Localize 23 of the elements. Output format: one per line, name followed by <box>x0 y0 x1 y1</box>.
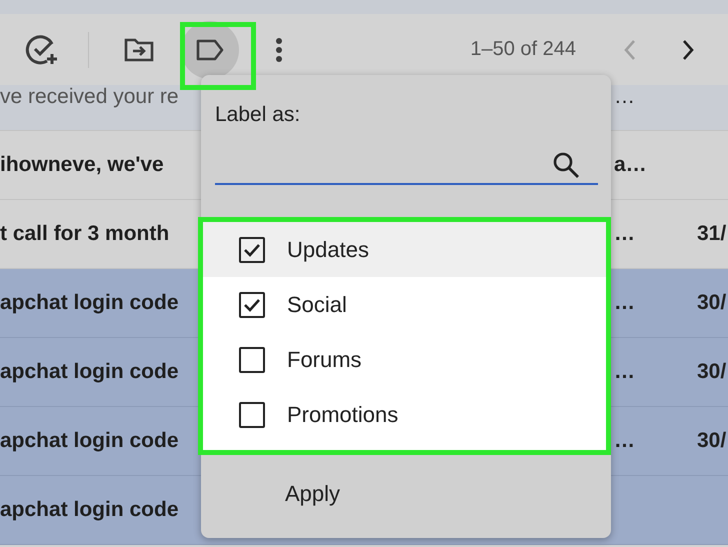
email-subject: apchat login code <box>0 429 179 453</box>
menu-title: Label as: <box>215 103 302 127</box>
email-subject: ihowneve, we've <box>0 153 164 177</box>
label-name: Social <box>287 292 347 318</box>
email-date: 30/ <box>697 429 728 453</box>
email-snippet: … <box>613 222 636 246</box>
email-snippet: … <box>613 429 636 453</box>
label-name: Updates <box>287 236 369 262</box>
email-date: 30/ <box>697 291 728 315</box>
email-subject: apchat login code <box>0 498 179 522</box>
email-snippet: … <box>613 291 636 315</box>
email-snippet: … <box>613 85 636 109</box>
pagination-text: 1–50 of 244 <box>470 38 576 61</box>
email-subject: apchat login code <box>0 360 179 384</box>
label-name: Promotions <box>287 402 398 428</box>
label-name: Forums <box>287 346 362 372</box>
email-subject: ve received your re <box>0 85 179 109</box>
email-date: 30/ <box>697 360 728 384</box>
email-snippet: … <box>613 360 636 384</box>
email-snippet: a… <box>613 153 648 177</box>
email-subject: apchat login code <box>0 291 179 315</box>
email-date: 31/ <box>697 222 728 246</box>
email-subject: t call for 3 month <box>0 222 170 246</box>
